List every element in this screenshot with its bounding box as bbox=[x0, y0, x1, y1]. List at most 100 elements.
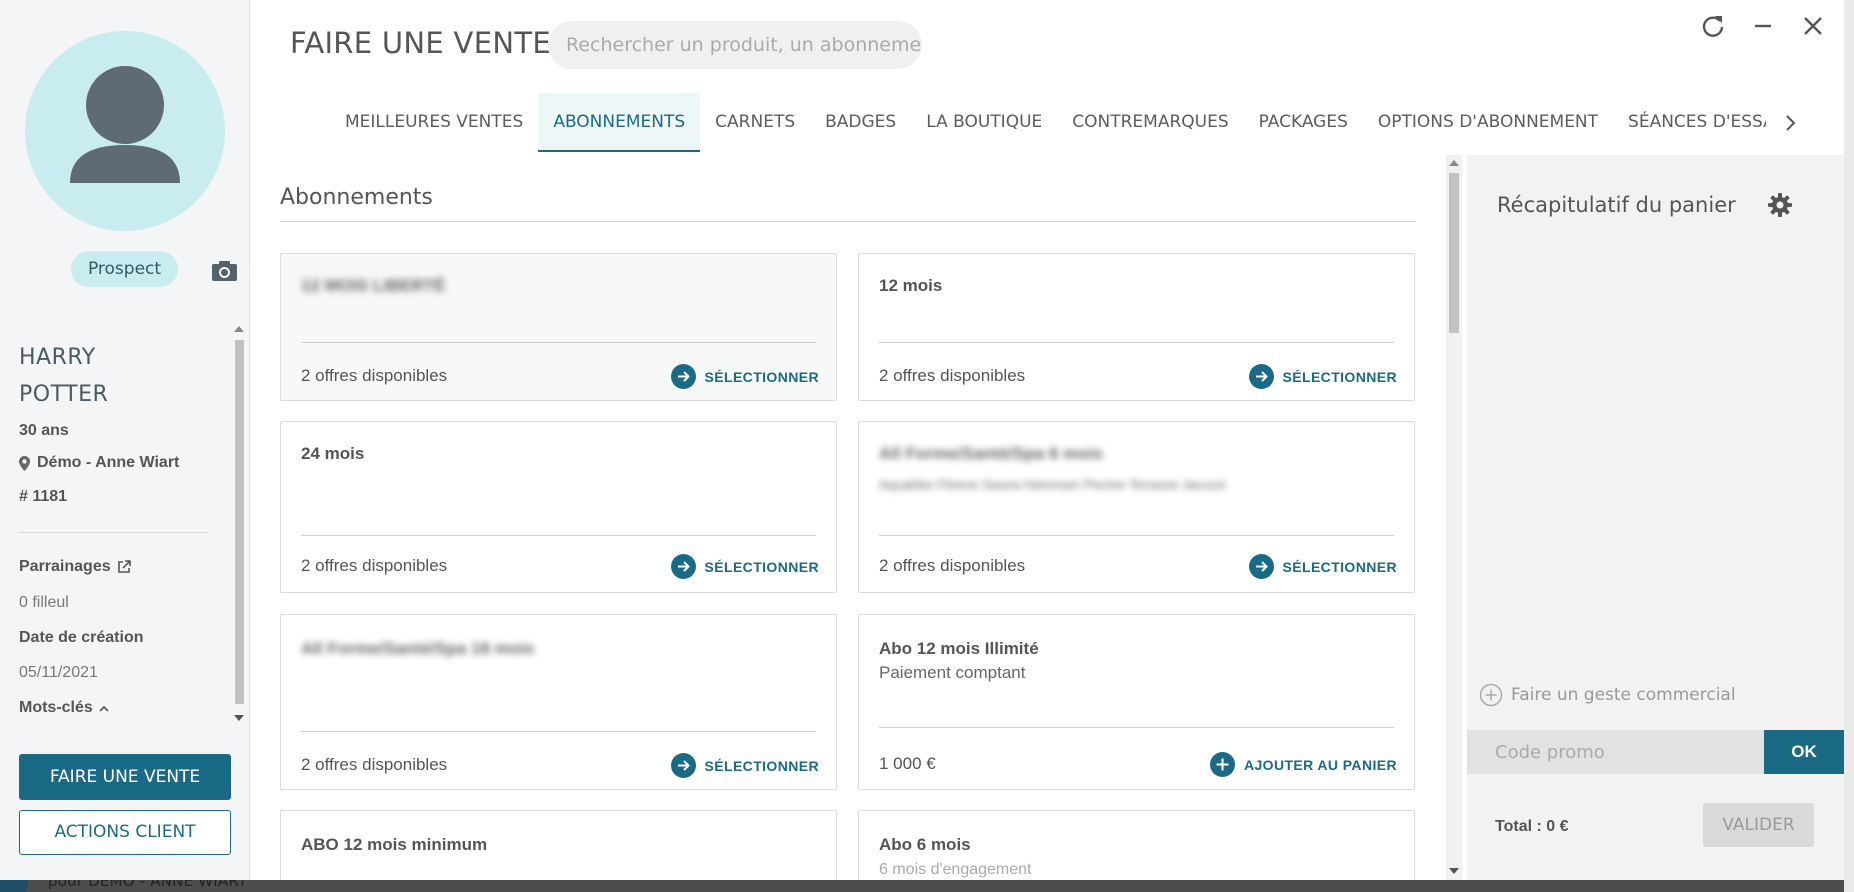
products-scrollbar[interactable] bbox=[1446, 155, 1462, 880]
section-divider bbox=[280, 221, 1416, 222]
tab-seances-essai[interactable]: SÉANCES D'ESSAI bbox=[1613, 93, 1766, 152]
minimize-icon[interactable] bbox=[1749, 12, 1777, 40]
background-right-edge bbox=[1844, 0, 1854, 892]
card-price: 1 000 € bbox=[879, 754, 936, 773]
select-label: SÉLECTIONNER bbox=[704, 757, 819, 774]
select-button[interactable]: SÉLECTIONNER bbox=[1248, 364, 1397, 389]
tab-meilleures-ventes[interactable]: MEILLEURES VENTES bbox=[330, 93, 538, 152]
card-subtitle: 6 mois d'engagement bbox=[879, 861, 1032, 878]
tab-abonnements[interactable]: ABONNEMENTS bbox=[538, 93, 701, 152]
refresh-icon[interactable] bbox=[1699, 12, 1727, 40]
select-label: SÉLECTIONNER bbox=[704, 368, 819, 385]
plus-icon bbox=[1209, 752, 1235, 777]
plus-circle-icon bbox=[1479, 683, 1503, 707]
chevron-up-icon[interactable] bbox=[99, 705, 109, 712]
select-button[interactable]: SÉLECTIONNER bbox=[670, 364, 819, 389]
product-card[interactable]: 24 mois 2 offres disponibles SÉLECTIONNE… bbox=[280, 421, 837, 593]
arrow-right-icon bbox=[670, 753, 696, 778]
person-icon bbox=[70, 66, 180, 183]
cart-total: Total : 0 € bbox=[1495, 818, 1569, 835]
avatar[interactable] bbox=[25, 31, 225, 231]
select-label: SÉLECTIONNER bbox=[1282, 368, 1397, 385]
close-icon[interactable] bbox=[1799, 12, 1827, 40]
external-link-icon[interactable] bbox=[117, 560, 131, 574]
product-card[interactable]: Abo 6 mois 6 mois d'engagement bbox=[858, 810, 1415, 880]
card-offers: 2 offres disponibles bbox=[879, 366, 1026, 385]
card-title: ABO 12 mois minimum bbox=[301, 835, 488, 854]
card-divider bbox=[879, 727, 1394, 728]
card-divider bbox=[879, 535, 1394, 536]
cart-title: Récapitulatif du panier bbox=[1497, 193, 1736, 217]
tab-bar: MEILLEURES VENTES ABONNEMENTS CARNETS BA… bbox=[330, 93, 1766, 153]
customer-location-label: Démo - Anne Wiart bbox=[37, 454, 180, 471]
customer-first-name: HARRY bbox=[19, 345, 96, 370]
product-card[interactable]: 12 MOIS LIBERTÉ 2 offres disponibles SÉL… bbox=[280, 253, 837, 401]
page-title: FAIRE UNE VENTE bbox=[290, 26, 551, 60]
scrollbar-thumb[interactable] bbox=[1449, 173, 1459, 333]
gear-icon[interactable] bbox=[1767, 192, 1793, 218]
scroll-down-icon[interactable] bbox=[1449, 868, 1459, 874]
select-label: SÉLECTIONNER bbox=[704, 558, 819, 575]
keywords-toggle[interactable]: Mots-clés bbox=[19, 699, 109, 717]
product-card[interactable]: ABO 12 mois minimum bbox=[280, 810, 837, 880]
product-card[interactable]: Abo 12 mois Illimité Paiement comptant 1… bbox=[858, 614, 1415, 790]
card-divider bbox=[301, 731, 816, 732]
commercial-gesture-button[interactable]: Faire un geste commercial bbox=[1479, 683, 1736, 707]
product-card[interactable]: All Forme/Santé/Spa 18 mois 2 offres dis… bbox=[280, 614, 837, 790]
creation-date-value: 05/11/2021 bbox=[19, 664, 98, 681]
arrow-right-icon bbox=[1248, 364, 1274, 389]
status-badge: Prospect bbox=[71, 251, 178, 287]
scroll-up-icon[interactable] bbox=[1449, 160, 1459, 166]
customer-sidebar: Prospect HARRY POTTER 30 ans Démo - Anne… bbox=[0, 0, 250, 880]
tab-packages[interactable]: PACKAGES bbox=[1244, 93, 1363, 152]
tab-badges[interactable]: BADGES bbox=[810, 93, 911, 152]
validate-button[interactable]: VALIDER bbox=[1703, 803, 1814, 847]
card-offers: 2 offres disponibles bbox=[301, 366, 448, 385]
cart-panel: Récapitulatif du panier Faire un geste c… bbox=[1467, 155, 1844, 880]
arrow-right-icon bbox=[670, 364, 696, 389]
card-title: Abo 6 mois bbox=[879, 835, 971, 854]
products-panel: Abonnements 12 MOIS LIBERTÉ 2 offres dis… bbox=[258, 155, 1416, 880]
customer-last-name: POTTER bbox=[19, 382, 109, 407]
tab-contremarques[interactable]: CONTREMARQUES bbox=[1057, 93, 1243, 152]
card-offers: 2 offres disponibles bbox=[301, 755, 448, 774]
arrow-right-icon bbox=[670, 554, 696, 579]
select-button[interactable]: SÉLECTIONNER bbox=[670, 554, 819, 579]
sale-modal: Prospect HARRY POTTER 30 ans Démo - Anne… bbox=[0, 0, 1844, 880]
promo-code-input[interactable] bbox=[1467, 730, 1764, 774]
arrow-right-icon bbox=[1248, 554, 1274, 579]
make-sale-button[interactable]: FAIRE UNE VENTE bbox=[19, 754, 231, 800]
tab-carnets[interactable]: CARNETS bbox=[700, 93, 810, 152]
customer-age: 30 ans bbox=[19, 422, 69, 439]
card-subtitle: Aquabike Fitness Sauna Hammam Piscine Te… bbox=[879, 477, 1226, 492]
keywords-label: Mots-clés bbox=[19, 699, 93, 716]
search-input[interactable] bbox=[548, 21, 922, 69]
creation-date-label: Date de création bbox=[19, 629, 144, 646]
card-title: All Forme/Santé/Spa 18 mois bbox=[301, 639, 535, 658]
add-to-cart-button[interactable]: AJOUTER AU PANIER bbox=[1209, 752, 1397, 777]
product-card[interactable]: 12 mois 2 offres disponibles SÉLECTIONNE… bbox=[858, 253, 1415, 401]
customer-id: # 1181 bbox=[19, 488, 68, 505]
card-title: Abo 12 mois Illimité bbox=[879, 639, 1039, 658]
parrainages-link[interactable]: Parrainages bbox=[19, 558, 131, 576]
card-title: All Forme/Santé/Spa 6 mois bbox=[879, 444, 1103, 463]
divider bbox=[19, 532, 209, 533]
promo-ok-button[interactable]: OK bbox=[1764, 730, 1844, 774]
card-offers: 2 offres disponibles bbox=[301, 556, 448, 575]
scroll-up-icon[interactable] bbox=[234, 326, 244, 332]
select-button[interactable]: SÉLECTIONNER bbox=[670, 753, 819, 778]
card-divider bbox=[301, 535, 816, 536]
client-actions-button[interactable]: ACTIONS CLIENT bbox=[19, 810, 231, 855]
select-label: SÉLECTIONNER bbox=[1282, 558, 1397, 575]
card-title: 12 mois bbox=[879, 276, 943, 295]
scroll-down-icon[interactable] bbox=[234, 715, 244, 721]
tab-options-abonnement[interactable]: OPTIONS D'ABONNEMENT bbox=[1363, 93, 1613, 152]
tab-la-boutique[interactable]: LA BOUTIQUE bbox=[911, 93, 1057, 152]
chevron-right-icon[interactable] bbox=[1780, 110, 1802, 136]
scrollbar-thumb[interactable] bbox=[235, 340, 244, 704]
sidebar-scrollbar[interactable] bbox=[232, 322, 246, 730]
card-offers: 2 offres disponibles bbox=[879, 556, 1026, 575]
camera-icon[interactable] bbox=[211, 260, 238, 282]
select-button[interactable]: SÉLECTIONNER bbox=[1248, 554, 1397, 579]
product-card[interactable]: All Forme/Santé/Spa 6 mois Aquabike Fitn… bbox=[858, 421, 1415, 593]
